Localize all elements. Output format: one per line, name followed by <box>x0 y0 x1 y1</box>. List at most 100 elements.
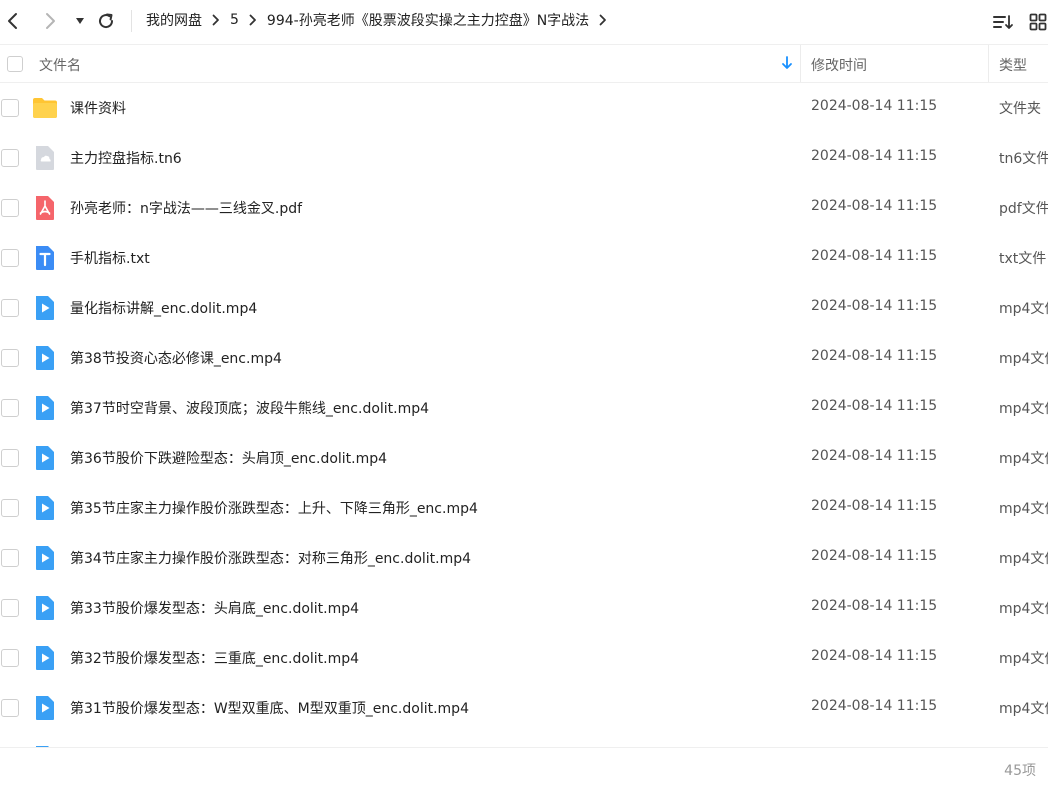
forward-button[interactable] <box>37 8 63 34</box>
grid-view-button[interactable] <box>1026 10 1048 34</box>
file-manager-window: 我的网盘 5 994-孙亮老师《股票波段实操之主力控盘》N字战法 文件名 修改时… <box>0 0 1048 790</box>
row-checkbox[interactable] <box>1 399 19 417</box>
file-type: mp4文件 <box>999 301 1048 317</box>
chevron-left-icon <box>8 13 17 29</box>
file-name[interactable]: 第35节庄家主力操作股价涨跌型态：上升、下降三角形_enc.mp4 <box>70 498 478 518</box>
row-checkbox[interactable] <box>1 249 19 267</box>
file-row[interactable]: 第37节时空背景、波段顶底；波段牛熊线_enc.dolit.mp4 2024-0… <box>0 383 1048 433</box>
video-icon <box>32 595 58 621</box>
file-row[interactable]: 第34节庄家主力操作股价涨跌型态：对称三角形_enc.dolit.mp4 202… <box>0 533 1048 583</box>
column-header-modified[interactable]: 修改时间 <box>811 55 867 75</box>
file-name[interactable]: 第34节庄家主力操作股价涨跌型态：对称三角形_enc.dolit.mp4 <box>70 548 471 568</box>
column-divider[interactable] <box>988 45 989 82</box>
sort-button[interactable] <box>991 10 1015 34</box>
file-type: mp4文件 <box>999 401 1048 417</box>
breadcrumb: 我的网盘 5 994-孙亮老师《股票波段实操之主力控盘》N字战法 <box>146 0 617 40</box>
file-list: 课件资料 2024-08-14 11:15 文件夹 主力控盘指标.tn6 202… <box>0 83 1048 747</box>
file-modified-time: 2024-08-14 11:15 <box>811 398 938 414</box>
file-modified-time: 2024-08-14 11:15 <box>811 448 938 464</box>
video-icon <box>32 695 58 721</box>
breadcrumb-separator-icon <box>249 14 257 26</box>
file-name[interactable]: 第33节股价爆发型态：头肩底_enc.dolit.mp4 <box>70 598 359 618</box>
file-name[interactable]: 第32节股价爆发型态：三重底_enc.dolit.mp4 <box>70 648 359 668</box>
file-type: mp4文件 <box>999 551 1048 567</box>
file-name[interactable]: 量化指标讲解_enc.dolit.mp4 <box>70 298 257 318</box>
breadcrumb-separator-icon <box>212 14 220 26</box>
select-all-checkbox[interactable] <box>7 56 23 72</box>
video-icon <box>32 645 58 671</box>
history-dropdown-button[interactable] <box>67 8 93 34</box>
refresh-icon <box>99 13 114 29</box>
generic-file-icon <box>32 145 58 171</box>
file-row[interactable]: 第32节股价爆发型态：三重底_enc.dolit.mp4 2024-08-14 … <box>0 633 1048 683</box>
file-type: mp4文件 <box>999 451 1048 467</box>
chevron-right-icon <box>46 13 55 29</box>
file-modified-time: 2024-08-14 11:15 <box>811 248 938 264</box>
file-name[interactable]: 主力控盘指标.tn6 <box>70 148 182 168</box>
file-type: txt文件 <box>999 251 1047 267</box>
file-modified-time: 2024-08-14 11:15 <box>811 498 938 514</box>
column-header: 文件名 修改时间 类型 <box>0 44 1048 83</box>
row-checkbox[interactable] <box>1 649 19 667</box>
refresh-button[interactable] <box>93 8 119 34</box>
file-modified-time: 2024-08-14 11:15 <box>811 598 938 614</box>
txt-icon <box>32 245 58 271</box>
video-icon <box>32 345 58 371</box>
row-checkbox[interactable] <box>1 599 19 617</box>
row-checkbox[interactable] <box>1 199 19 217</box>
video-icon <box>32 445 58 471</box>
file-type: 文件夹 <box>999 101 1041 117</box>
file-name[interactable]: 第38节投资心态必修课_enc.mp4 <box>70 348 282 368</box>
file-name[interactable]: 课件资料 <box>70 98 126 118</box>
file-modified-time: 2024-08-14 11:15 <box>811 648 938 664</box>
row-checkbox[interactable] <box>1 499 19 517</box>
back-button[interactable] <box>0 8 26 34</box>
file-modified-time: 2024-08-14 11:15 <box>811 548 938 564</box>
video-icon <box>32 395 58 421</box>
row-checkbox[interactable] <box>1 549 19 567</box>
row-checkbox[interactable] <box>1 99 19 117</box>
file-name[interactable]: 孙亮老师：n字战法——三线金叉.pdf <box>70 198 302 218</box>
row-checkbox[interactable] <box>1 149 19 167</box>
column-header-type[interactable]: 类型 <box>999 55 1027 75</box>
file-row[interactable]: 课件资料 2024-08-14 11:15 文件夹 <box>0 83 1048 133</box>
caret-down-icon <box>76 18 84 24</box>
row-checkbox[interactable] <box>1 349 19 367</box>
file-row[interactable]: 第38节投资心态必修课_enc.mp4 2024-08-14 11:15 mp4… <box>0 333 1048 383</box>
breadcrumb-item-my-drive[interactable]: 我的网盘 <box>146 10 202 30</box>
file-row[interactable]: 第31节股价爆发型态：W型双重底、M型双重顶_enc.dolit.mp4 202… <box>0 683 1048 733</box>
row-checkbox[interactable] <box>1 299 19 317</box>
file-row[interactable]: 第35节庄家主力操作股价涨跌型态：上升、下降三角形_enc.mp4 2024-0… <box>0 483 1048 533</box>
row-checkbox[interactable] <box>1 699 19 717</box>
file-modified-time: 2024-08-14 11:15 <box>811 298 938 314</box>
file-modified-time: 2024-08-14 11:15 <box>811 698 938 714</box>
file-type: mp4文件 <box>999 501 1048 517</box>
file-name[interactable]: 第37节时空背景、波段顶底；波段牛熊线_enc.dolit.mp4 <box>70 398 429 418</box>
file-row[interactable]: 第33节股价爆发型态：头肩底_enc.dolit.mp4 2024-08-14 … <box>0 583 1048 633</box>
file-modified-time: 2024-08-14 11:15 <box>811 98 938 114</box>
file-type: mp4文件 <box>999 351 1048 367</box>
breadcrumb-item-current-folder[interactable]: 994-孙亮老师《股票波段实操之主力控盘》N字战法 <box>267 10 589 30</box>
file-row[interactable]: 孙亮老师：n字战法——三线金叉.pdf 2024-08-14 11:15 pdf… <box>0 183 1048 233</box>
file-modified-time: 2024-08-14 11:15 <box>811 148 938 164</box>
item-count: 45项 <box>1004 763 1036 779</box>
file-name[interactable]: 第31节股价爆发型态：W型双重底、M型双重顶_enc.dolit.mp4 <box>70 698 469 718</box>
grid-view-icon <box>1029 13 1047 31</box>
file-name[interactable]: 手机指标.txt <box>70 248 150 268</box>
file-modified-time: 2024-08-14 11:15 <box>811 198 938 214</box>
file-row[interactable]: 量化指标讲解_enc.dolit.mp4 2024-08-14 11:15 mp… <box>0 283 1048 333</box>
sort-descending-icon[interactable] <box>781 56 793 74</box>
folder-icon <box>32 95 58 121</box>
file-row[interactable]: 手机指标.txt 2024-08-14 11:15 txt文件 <box>0 233 1048 283</box>
file-row[interactable]: 主力控盘指标.tn6 2024-08-14 11:15 tn6文件 <box>0 133 1048 183</box>
file-name[interactable]: 第36节股价下跌避险型态：头肩顶_enc.dolit.mp4 <box>70 448 387 468</box>
row-checkbox[interactable] <box>1 449 19 467</box>
status-bar: 45项 <box>0 747 1048 790</box>
file-row[interactable]: 第36节股价下跌避险型态：头肩顶_enc.dolit.mp4 2024-08-1… <box>0 433 1048 483</box>
column-header-name[interactable]: 文件名 <box>39 55 81 75</box>
breadcrumb-item-folder-5[interactable]: 5 <box>230 12 239 28</box>
sort-list-icon <box>993 15 1013 29</box>
file-type: tn6文件 <box>999 151 1048 167</box>
file-modified-time: 2024-08-14 11:15 <box>811 348 938 364</box>
column-divider[interactable] <box>800 45 801 82</box>
